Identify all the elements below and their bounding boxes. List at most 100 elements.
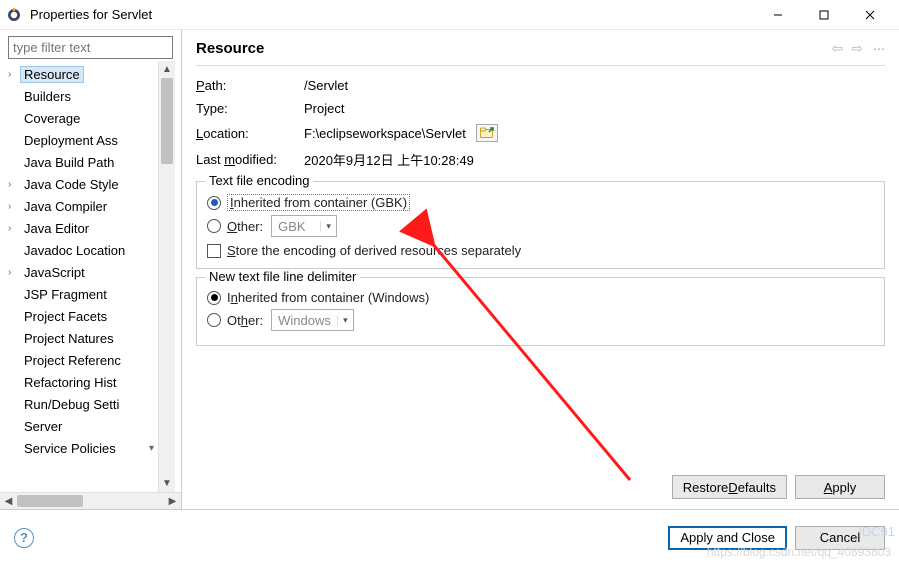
window-title: Properties for Servlet (30, 7, 755, 22)
tree-item[interactable]: ›JavaScript (0, 261, 158, 283)
scroll-left-icon[interactable]: ◀ (0, 496, 17, 507)
hscroll-thumb[interactable] (17, 495, 83, 507)
filter-input[interactable] (8, 36, 173, 59)
category-tree[interactable]: ›ResourceBuildersCoverageDeployment AssJ… (0, 61, 158, 492)
footer: ? Apply and Close Cancel (0, 509, 899, 565)
close-button[interactable] (847, 1, 893, 29)
tree-item-label: Deployment Ass (20, 132, 122, 149)
page-title: Resource (196, 40, 824, 57)
delimiter-inherited-radio[interactable] (207, 291, 221, 305)
tree-item-label: Server (20, 418, 66, 435)
tree-item[interactable]: Javadoc Location (0, 239, 158, 261)
app-icon (6, 7, 22, 23)
tree-item-label: Java Editor (20, 220, 93, 237)
tree-item-label: JavaScript (20, 264, 89, 281)
tree-item-label: JSP Fragment (20, 286, 111, 303)
delimiter-inherited-label: Inherited from container (Windows) (227, 290, 429, 305)
tree-item[interactable]: Builders (0, 85, 158, 107)
cancel-button[interactable]: Cancel (795, 526, 885, 550)
minimize-button[interactable] (755, 1, 801, 29)
tree-item[interactable]: Deployment Ass (0, 129, 158, 151)
tree-item-label: Resource (20, 66, 84, 83)
tree-item[interactable]: ›Java Code Style (0, 173, 158, 195)
encoding-inherited-label: Inherited from container (GBK) (227, 194, 410, 211)
lastmod-value: 2020年9月12日 上午10:28:49 (304, 150, 474, 169)
maximize-button[interactable] (801, 1, 847, 29)
scroll-down-icon[interactable]: ▼ (159, 475, 175, 492)
chevron-down-icon: ▾ (320, 221, 336, 232)
tree-item-label: Project Natures (20, 330, 118, 347)
tree-item-label: Java Code Style (20, 176, 123, 193)
expand-icon: › (8, 267, 20, 278)
expand-icon: › (8, 201, 20, 212)
tree-item-label: Refactoring Hist (20, 374, 120, 391)
tree-item-label: Java Compiler (20, 198, 111, 215)
nav-back-icon[interactable]: ⇦ (832, 40, 844, 57)
nav-forward-icon[interactable]: ⇨ (851, 40, 863, 57)
delimiter-legend: New text file line delimiter (205, 269, 360, 284)
scroll-right-icon[interactable]: ▶ (164, 496, 181, 507)
tree-item[interactable]: Refactoring Hist (0, 371, 158, 393)
tree-item[interactable]: Server (0, 415, 158, 437)
lastmod-label: Last modified: (196, 152, 304, 167)
tree-item[interactable]: Project Facets (0, 305, 158, 327)
hscrollbar[interactable]: ◀ ▶ (0, 492, 181, 509)
tree-item-label: Project Facets (20, 308, 111, 325)
encoding-legend: Text file encoding (205, 173, 313, 188)
tree-item-label: Service Policies (20, 440, 120, 457)
sidebar: ›ResourceBuildersCoverageDeployment AssJ… (0, 30, 182, 509)
apply-button[interactable]: Apply (795, 475, 885, 499)
store-encoding-checkbox[interactable] (207, 244, 221, 258)
type-label: Type: (196, 101, 304, 116)
filter-wrap (8, 36, 173, 59)
tree-item[interactable]: JSP Fragment (0, 283, 158, 305)
delimiter-other-value: Windows (272, 313, 337, 328)
tree-item[interactable]: Java Build Path (0, 151, 158, 173)
tree-item[interactable]: Project Natures (0, 327, 158, 349)
tree-item[interactable]: Coverage (0, 107, 158, 129)
vscroll-thumb[interactable] (161, 78, 173, 164)
scroll-up-icon[interactable]: ▲ (159, 61, 175, 78)
main-panel: Resource ⇦ ⇨ ⋯ Path: /Servlet Type: Proj… (182, 30, 899, 509)
encoding-other-radio[interactable] (207, 219, 221, 233)
apply-and-close-button[interactable]: Apply and Close (668, 526, 787, 550)
location-value: F:\eclipseworkspace\Servlet (304, 126, 466, 141)
tree-item-label: Run/Debug Setti (20, 396, 123, 413)
tree-item[interactable]: Project Referenc (0, 349, 158, 371)
store-encoding-label: Store the encoding of derived resources … (227, 243, 521, 258)
delimiter-group: New text file line delimiter Inherited f… (196, 277, 885, 346)
tree-item[interactable]: ›Java Compiler (0, 195, 158, 217)
chevron-down-icon: ▾ (149, 443, 154, 454)
path-label: Path: (196, 78, 304, 93)
tree-item-label: Java Build Path (20, 154, 118, 171)
tree-item-label: Javadoc Location (20, 242, 129, 259)
help-icon[interactable]: ? (14, 528, 34, 548)
tree-item-label: Coverage (20, 110, 84, 127)
titlebar: Properties for Servlet (0, 0, 899, 30)
tree-item[interactable]: ›Java Editor (0, 217, 158, 239)
delimiter-other-combo[interactable]: Windows ▾ (271, 309, 354, 331)
chevron-down-icon: ▾ (337, 315, 353, 326)
type-value: Project (304, 101, 344, 116)
expand-icon: › (8, 69, 20, 80)
expand-icon: › (8, 223, 20, 234)
tree-item[interactable]: Run/Debug Setti (0, 393, 158, 415)
view-menu-icon[interactable]: ⋯ (873, 42, 885, 56)
delimiter-other-radio[interactable] (207, 313, 221, 327)
location-label: Location: (196, 126, 304, 141)
expand-icon: › (8, 179, 20, 190)
encoding-other-label: Other: (227, 219, 263, 234)
encoding-inherited-radio[interactable] (207, 196, 221, 210)
restore-defaults-button[interactable]: Restore Defaults (672, 475, 787, 499)
tree-item-label: Project Referenc (20, 352, 125, 369)
tree-item[interactable]: ›Resource (0, 63, 158, 85)
tree-item-label: Builders (20, 88, 75, 105)
path-value: /Servlet (304, 78, 348, 93)
delimiter-other-label: Other: (227, 313, 263, 328)
show-in-explorer-button[interactable] (476, 124, 498, 142)
tree-item[interactable]: Service Policies ▾ (0, 437, 158, 459)
encoding-group: Text file encoding Inherited from contai… (196, 181, 885, 269)
encoding-other-combo[interactable]: GBK ▾ (271, 215, 337, 237)
encoding-other-value: GBK (272, 219, 320, 234)
vscrollbar[interactable]: ▲ ▼ (158, 61, 175, 492)
